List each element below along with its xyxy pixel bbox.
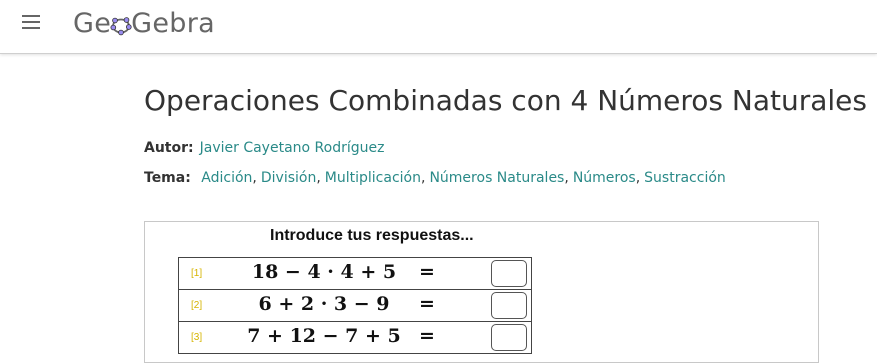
row-number: [3] [191,332,203,343]
top-bar: Ge Gebra [0,0,877,54]
topic-separator: , [316,170,321,186]
applet-instruction: Introduce tus respuestas... [270,227,474,244]
hamburger-menu-icon[interactable] [22,14,42,32]
expression: 6 + 2 · 3 − 9 [258,293,390,315]
equals-sign: = [419,325,435,347]
answer-input-3[interactable] [491,324,527,351]
equals-sign: = [419,293,435,315]
answer-input-2[interactable] [491,292,527,319]
topic-link-division[interactable]: División [261,170,316,186]
topic-separator: , [564,170,569,186]
topic-separator: , [421,170,426,186]
topic-link-numeros-naturales[interactable]: Números Naturales [429,170,564,186]
logo-text-start: Ge [73,7,112,39]
author-line: Autor: Javier Cayetano Rodríguez [144,140,384,156]
equals-sign: = [419,261,435,283]
expression: 7 + 12 − 7 + 5 [247,325,401,347]
expression: 18 − 4 · 4 + 5 [251,261,397,283]
topic-separator: , [635,170,641,186]
answer-input-1[interactable] [491,260,527,287]
author-label: Autor: [144,140,194,156]
row-number: [1] [191,268,203,279]
topic-separator: , [252,170,257,186]
exercise-table: [1] 18 − 4 · 4 + 5 = [2] 6 + 2 · 3 − 9 =… [178,257,532,354]
author-link[interactable]: Javier Cayetano Rodríguez [200,140,385,156]
page-title: Operaciones Combinadas con 4 Números Nat… [144,84,867,117]
exercise-row-3: [3] 7 + 12 − 7 + 5 = [179,322,531,354]
geogebra-logo[interactable]: Ge Gebra [73,5,215,41]
topic-link-numeros[interactable]: Números [573,170,636,186]
geogebra-ring-icon [110,17,132,36]
topic-line: Tema: Adición, División, Multiplicación, Nú… [144,170,726,186]
logo-text-end: Gebra [131,7,215,39]
topic-link-sustraccion[interactable]: Sustracción [644,170,726,186]
topic-link-multiplicacion[interactable]: Multiplicación [325,170,421,186]
exercise-row-1: [1] 18 − 4 · 4 + 5 = [179,258,531,290]
geogebra-applet: Introduce tus respuestas... [1] 18 − 4 ·… [144,221,819,363]
row-number: [2] [191,300,203,311]
exercise-row-2: [2] 6 + 2 · 3 − 9 = [179,290,531,322]
topic-label: Tema: [144,170,191,186]
topic-link-adicion[interactable]: Adición [201,170,252,186]
